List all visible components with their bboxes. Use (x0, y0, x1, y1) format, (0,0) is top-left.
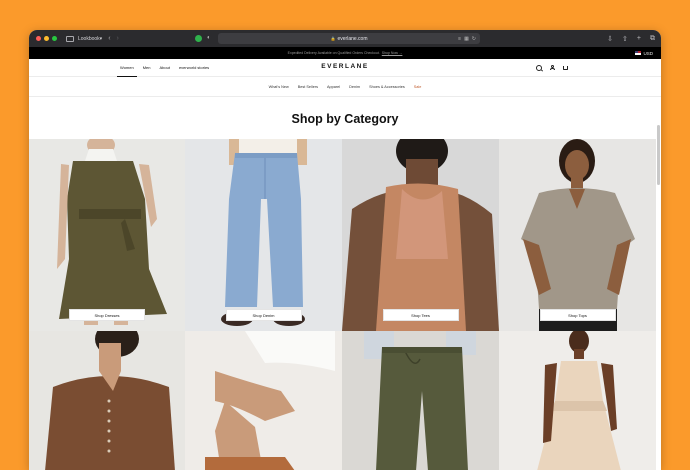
category-tile-denim[interactable]: Shop Denim (185, 139, 342, 331)
announcement-bar: Expedited Delivery Available on Qualifie… (29, 47, 661, 59)
account-icon[interactable] (550, 65, 555, 70)
category-tile-dresses[interactable]: Shop Dresses (29, 139, 185, 331)
category-navigation: What's New Best Sellers Apparel Denim Sh… (29, 77, 661, 97)
category-tile-pants[interactable] (342, 331, 499, 470)
shield-icon[interactable]: ◐ (207, 35, 213, 42)
category-tile-sweaters[interactable] (29, 331, 185, 470)
announcement-link[interactable]: Shop Now → (382, 51, 403, 55)
sweater-photo (29, 331, 185, 470)
subnav-item-apparel[interactable]: Apparel (327, 85, 340, 89)
tab-group-selector[interactable]: Lookbook▾ (78, 36, 102, 42)
shop-tees-button[interactable]: Shop Tees (382, 309, 459, 321)
address-bar-actions: ≡ ▦ ↻ (458, 33, 476, 44)
category-tile-summer-dresses[interactable] (499, 331, 656, 470)
lock-icon: 🔒 (330, 36, 336, 41)
currency-label: USD (643, 50, 653, 56)
extension-icon[interactable] (195, 35, 202, 42)
tee-photo (342, 139, 499, 331)
page-title: Shop by Category (29, 97, 661, 141)
subnav-item-denim[interactable]: Denim (349, 85, 360, 89)
pants-photo (342, 331, 499, 470)
tab-group-label: Lookbook▾ (78, 35, 103, 42)
close-window-button[interactable] (36, 36, 41, 41)
subnav-item-shoes-accessories[interactable]: Shoes & Accessories (369, 85, 405, 89)
shop-dresses-button[interactable]: Shop Dresses (69, 309, 145, 321)
window-controls (36, 36, 57, 41)
new-tab-icon[interactable]: + (637, 35, 641, 42)
currency-selector[interactable]: USD (635, 47, 653, 59)
shop-denim-button[interactable]: Shop Denim (225, 309, 302, 321)
us-flag-icon (635, 51, 642, 55)
page-scrollbar[interactable] (657, 125, 660, 185)
translate-icon[interactable]: ▦ (464, 36, 469, 42)
download-icon[interactable]: ⇩ (607, 35, 613, 43)
subnav-item-whats-new[interactable]: What's New (269, 85, 289, 89)
history-navigation: ‹ › (108, 35, 119, 42)
shop-tops-button[interactable]: Shop Tops (539, 309, 616, 321)
shoes-photo (185, 331, 342, 470)
utility-nav (536, 59, 568, 76)
reload-icon[interactable]: ↻ (472, 36, 476, 42)
category-grid: Shop Dresses Shop Denim Shop Tees Shop T… (29, 139, 661, 470)
sidebar-toggle-icon[interactable] (66, 35, 74, 42)
main-navigation: Women Men About everworld stories EVERLA… (29, 59, 661, 77)
cart-icon[interactable] (563, 65, 568, 70)
category-tile-tops[interactable]: Shop Tops (499, 139, 656, 331)
back-arrow-icon[interactable]: ‹ (108, 35, 110, 42)
category-tile-tees[interactable]: Shop Tees (342, 139, 499, 331)
summer-dress-photo (499, 331, 656, 470)
minimize-window-button[interactable] (44, 36, 49, 41)
search-icon[interactable] (536, 64, 542, 71)
zoom-window-button[interactable] (52, 36, 57, 41)
dress-photo (29, 139, 185, 331)
forward-arrow-icon[interactable]: › (117, 35, 119, 42)
browser-actions: ⇩ ⇧ + ⧉ (607, 30, 655, 47)
subnav-item-best-sellers[interactable]: Best Sellers (298, 85, 318, 89)
url-text: everlane.com (337, 35, 368, 42)
category-tile-shoes[interactable] (185, 331, 342, 470)
address-bar[interactable]: 🔒 everlane.com ≡ ▦ ↻ (218, 33, 480, 44)
announcement-text: Expedited Delivery Available on Qualifie… (287, 51, 380, 55)
tab-overview-icon[interactable]: ⧉ (650, 35, 655, 43)
browser-toolbar: Lookbook▾ ‹ › ◐ 🔒 everlane.com ≡ ▦ ↻ ⇩ ⇧… (29, 30, 661, 47)
top-photo (499, 139, 656, 331)
subnav-item-sale[interactable]: Sale (414, 85, 422, 89)
denim-photo (185, 139, 342, 331)
share-icon[interactable]: ⇧ (622, 35, 628, 43)
reader-icon[interactable]: ≡ (458, 36, 461, 42)
browser-window: Lookbook▾ ‹ › ◐ 🔒 everlane.com ≡ ▦ ↻ ⇩ ⇧… (29, 30, 661, 470)
